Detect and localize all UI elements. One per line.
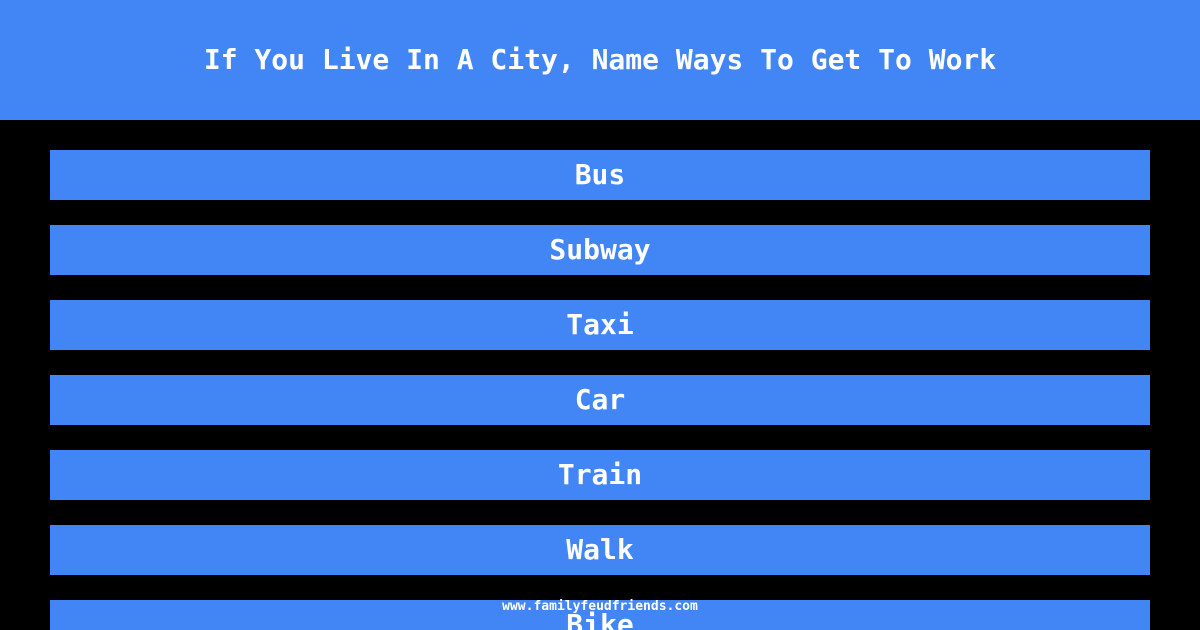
answer-row[interactable]: Subway (50, 225, 1150, 275)
answer-list: Bus Subway Taxi Car Train Walk Bike (0, 120, 1200, 630)
answer-label: Car (574, 383, 626, 416)
page-title: If You Live In A City, Name Ways To Get … (203, 43, 997, 76)
family-feud-answer-card: If You Live In A City, Name Ways To Get … (0, 0, 1200, 630)
answer-row[interactable]: Train (50, 450, 1150, 500)
answer-label: Subway (549, 233, 651, 266)
answer-row[interactable]: Car (50, 375, 1150, 425)
answer-row[interactable]: Taxi (50, 300, 1150, 350)
answer-row[interactable]: Walk (50, 525, 1150, 575)
answer-label: Train (557, 458, 643, 491)
answer-label: Bus (574, 158, 626, 191)
answer-row[interactable]: Bus (50, 150, 1150, 200)
answer-label: Walk (566, 533, 634, 566)
site-watermark: www.familyfeudfriends.com (502, 599, 698, 614)
question-header: If You Live In A City, Name Ways To Get … (0, 0, 1200, 120)
answer-label: Taxi (566, 308, 634, 341)
